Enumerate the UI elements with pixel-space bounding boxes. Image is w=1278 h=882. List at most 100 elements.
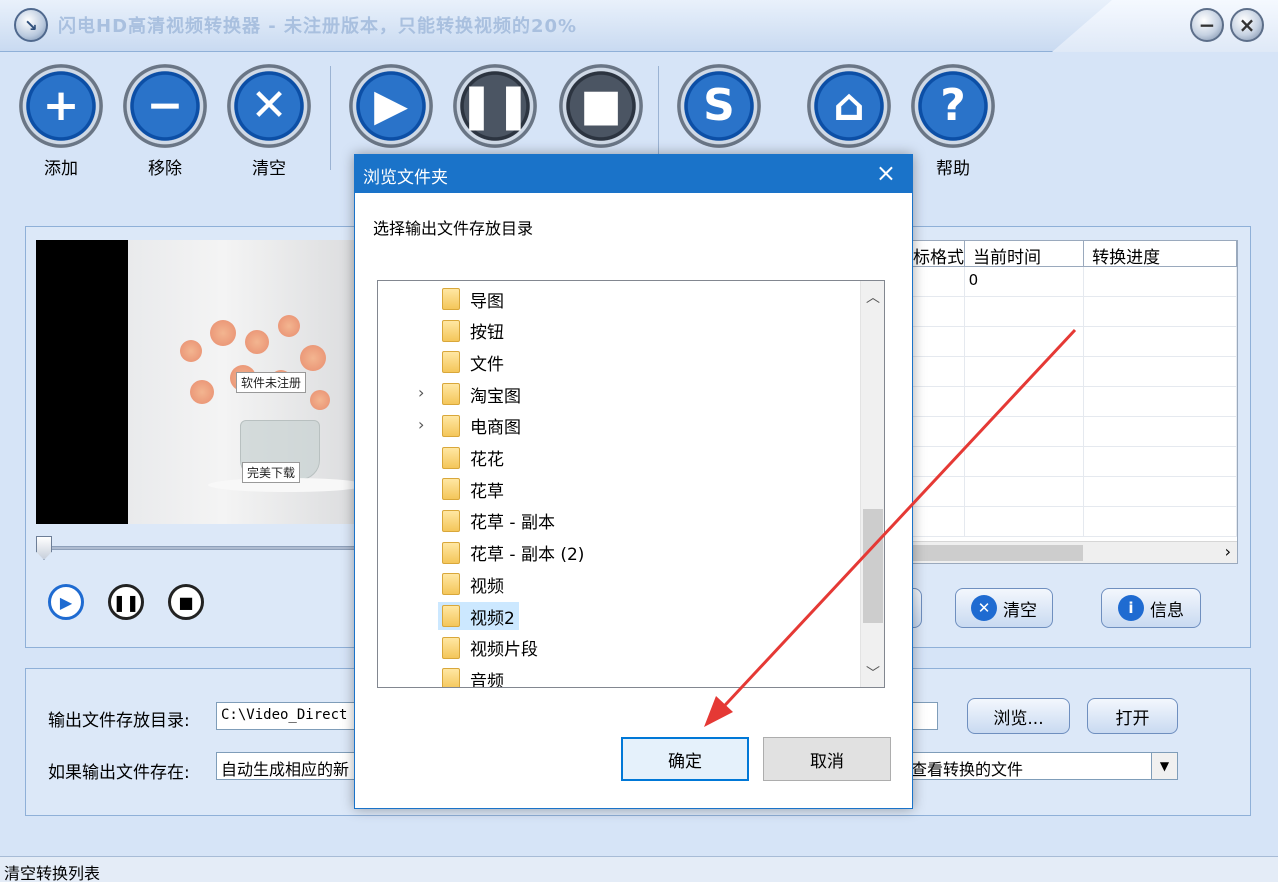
remove-button[interactable]: − 移除 <box>120 64 210 179</box>
after-convert-select[interactable]: 查看转换的文件 ▼ <box>906 752 1178 780</box>
preview-stop-button[interactable]: ■ <box>168 584 204 620</box>
chevron-down-icon[interactable]: ﹀ <box>866 663 880 683</box>
folder-icon <box>442 605 460 627</box>
pause-icon: ❚❚ <box>458 80 532 131</box>
home-button[interactable]: ⌂ <box>804 64 894 148</box>
add-button[interactable]: + 添加 <box>16 64 106 179</box>
window-title: 闪电HD高清视频转换器 - 未注册版本，只能转换视频的20% <box>58 16 578 37</box>
vscroll-thumb[interactable] <box>863 509 883 623</box>
title-bar: ↘ 闪电HD高清视频转换器 - 未注册版本，只能转换视频的20% − × <box>0 0 1278 52</box>
table-row-empty <box>905 387 1237 417</box>
column-header-progress[interactable]: 转换进度 <box>1084 241 1237 268</box>
cancel-button[interactable]: 取消 <box>763 737 891 781</box>
folder-tree-vscrollbar[interactable]: ︿ ﹀ <box>860 281 884 687</box>
folder-item[interactable]: 文件 <box>438 348 508 376</box>
folder-name: 视频片段 <box>470 640 538 661</box>
expand-chevron-icon[interactable]: › <box>418 415 424 434</box>
folder-icon <box>442 573 460 596</box>
folder-name: 花花 <box>470 450 504 470</box>
plus-icon: + <box>42 80 80 131</box>
folder-item[interactable]: 视频 <box>438 570 508 598</box>
close-icon: × <box>1238 13 1256 37</box>
folder-name: 电商图 <box>470 418 521 439</box>
table-row[interactable]: 0 <box>905 267 1237 297</box>
home-icon: ⌂ <box>833 80 865 131</box>
folder-name: 音频 <box>470 671 504 688</box>
folder-item[interactable]: 花花 <box>438 444 508 472</box>
browse-label: 浏览... <box>993 708 1044 729</box>
folder-item[interactable]: 视频2 <box>438 602 519 630</box>
chevron-up-icon[interactable]: ︿ <box>866 287 880 307</box>
close-window-button[interactable]: × <box>1230 8 1264 42</box>
file-list-hscrollbar[interactable]: › <box>905 541 1237 563</box>
folder-icon <box>442 478 460 501</box>
table-row-empty <box>905 327 1237 357</box>
clear-label: 清空 <box>252 159 286 179</box>
list-clear-button[interactable]: ✕ 清空 <box>955 588 1053 628</box>
folder-name: 花草 - 副本 (2) <box>470 545 585 566</box>
folder-name: 视频2 <box>470 608 515 629</box>
hscroll-thumb[interactable] <box>905 545 1083 561</box>
stop-convert-button[interactable]: ■ <box>556 64 646 148</box>
pause-icon: ❚❚ <box>112 592 140 612</box>
folder-icon <box>442 319 460 342</box>
folder-icon <box>442 541 460 564</box>
folder-item[interactable]: 音频 <box>438 665 508 688</box>
help-button[interactable]: ? 帮助 <box>908 64 998 179</box>
table-row-empty <box>905 297 1237 327</box>
pause-convert-button[interactable]: ❚❚ <box>450 64 540 148</box>
minimize-icon: − <box>1198 13 1216 37</box>
folder-name: 淘宝图 <box>470 386 521 407</box>
folder-name: 导图 <box>470 291 504 312</box>
folder-item[interactable]: 花草 <box>438 475 508 503</box>
skype-s-icon: S <box>703 80 735 131</box>
chevron-right-icon[interactable]: › <box>1225 542 1231 561</box>
info-label: 信息 <box>1150 600 1184 621</box>
question-icon: ? <box>940 80 966 131</box>
folder-name: 按钮 <box>470 323 504 344</box>
folder-item[interactable]: 淘宝图 <box>438 380 525 408</box>
info-button[interactable]: i 信息 <box>1101 588 1201 628</box>
cell-format <box>905 267 965 296</box>
play-icon: ▶ <box>374 80 408 131</box>
stop-icon: ■ <box>178 592 194 612</box>
expand-chevron-icon[interactable]: › <box>418 383 424 402</box>
folder-item[interactable]: 花草 - 副本 (2) <box>438 539 588 567</box>
folder-icon <box>442 414 460 437</box>
video-preview: 软件未注册 完美下载 <box>36 240 366 524</box>
folder-item[interactable]: 电商图 <box>438 412 525 440</box>
preview-play-button[interactable]: ▶ <box>48 584 84 620</box>
app-logo-icon[interactable]: ↘ <box>14 8 48 42</box>
dialog-close-icon[interactable]: × <box>876 159 896 187</box>
folder-item[interactable]: 视频片段 <box>438 634 542 662</box>
folder-item[interactable]: 导图 <box>438 285 508 313</box>
folder-item[interactable]: 按钮 <box>438 317 508 345</box>
open-button[interactable]: 打开 <box>1087 698 1178 734</box>
folder-item[interactable]: 花草 - 副本 <box>438 507 559 535</box>
status-bar: 清空转换列表 <box>0 856 1278 882</box>
folder-name: 花草 <box>470 481 504 502</box>
folder-name: 视频 <box>470 576 504 597</box>
minimize-button[interactable]: − <box>1190 8 1224 42</box>
help-label: 帮助 <box>936 159 970 179</box>
start-convert-button[interactable]: ▶ <box>346 64 436 148</box>
column-header-format[interactable]: 标格式 <box>905 241 965 268</box>
table-row-empty <box>905 417 1237 447</box>
folder-tree[interactable]: 导图按钮文件 › 淘宝图 › 电商图花花花草花草 - 副本花草 - 副本 (2) 视频视频… <box>377 280 885 688</box>
minus-icon: − <box>146 80 184 131</box>
ok-button[interactable]: 确定 <box>621 737 749 781</box>
play-icon: ▶ <box>59 592 73 612</box>
after-convert-value: 查看转换的文件 <box>911 760 1024 779</box>
clear-button[interactable]: ✕ 清空 <box>224 64 314 179</box>
file-list-table[interactable]: 标格式 当前时间 转换进度 0 › <box>904 240 1238 564</box>
folder-icon <box>442 636 460 659</box>
browse-button[interactable]: 浏览... <box>967 698 1070 734</box>
chevron-down-icon[interactable]: ▼ <box>1151 753 1177 779</box>
seek-track[interactable] <box>40 546 360 550</box>
column-header-current-time[interactable]: 当前时间 <box>965 241 1085 268</box>
file-list-header: 标格式 当前时间 转换进度 <box>905 241 1237 268</box>
skin-button[interactable]: S <box>674 64 764 148</box>
preview-pause-button[interactable]: ❚❚ <box>108 584 144 620</box>
table-row-empty <box>905 477 1237 507</box>
stop-icon: ■ <box>580 80 622 131</box>
